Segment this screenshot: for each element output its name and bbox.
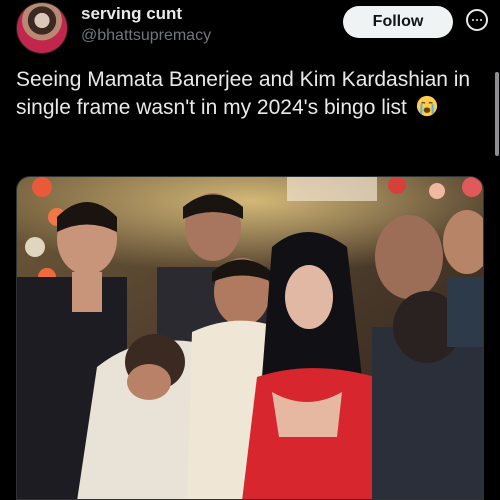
scrollbar[interactable]	[495, 72, 499, 156]
display-name[interactable]: serving cunt	[81, 4, 182, 24]
follow-button[interactable]: Follow	[343, 6, 453, 38]
tweet-text: Seeing Mamata Banerjee and Kim Kardashia…	[16, 66, 486, 122]
user-handle[interactable]: @bhattsupremacy	[81, 27, 211, 45]
loudly-crying-face-emoji	[416, 95, 437, 117]
more-options-icon[interactable]	[466, 9, 488, 31]
person-far-right	[443, 210, 483, 347]
avatar[interactable]	[16, 2, 68, 54]
photo-scene	[17, 177, 483, 499]
tweet-photo[interactable]	[16, 176, 484, 500]
tweet: serving cunt @bhattsupremacy Follow Seei…	[0, 0, 500, 500]
tweet-text-body: Seeing Mamata Banerjee and Kim Kardashia…	[16, 68, 471, 119]
